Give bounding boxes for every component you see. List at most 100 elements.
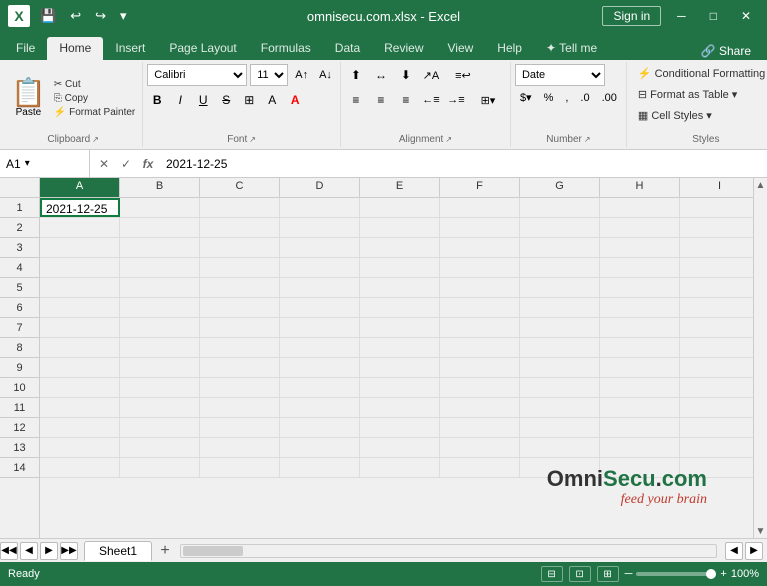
cell-C12[interactable] — [200, 418, 280, 437]
cell-G4[interactable] — [520, 258, 600, 277]
cell-H10[interactable] — [600, 378, 680, 397]
corner-cell[interactable] — [0, 178, 40, 197]
cell-D5[interactable] — [280, 278, 360, 297]
cell-I7[interactable] — [680, 318, 760, 337]
tab-tell-me[interactable]: ✦ Tell me — [534, 37, 609, 60]
cell-A5[interactable] — [40, 278, 120, 297]
middle-align-button[interactable]: ↔ — [370, 64, 392, 86]
cell-C4[interactable] — [200, 258, 280, 277]
cell-A14[interactable] — [40, 458, 120, 477]
row-header-2[interactable]: 2 — [0, 218, 39, 238]
cell-F10[interactable] — [440, 378, 520, 397]
border-button[interactable]: ⊞ — [239, 89, 259, 111]
cell-B3[interactable] — [120, 238, 200, 257]
cell-I1[interactable] — [680, 198, 760, 217]
font-color-button[interactable]: A — [285, 89, 305, 111]
cell-I11[interactable] — [680, 398, 760, 417]
cell-A6[interactable] — [40, 298, 120, 317]
normal-view-button[interactable]: ⊟ — [541, 566, 563, 582]
wrap-text-button[interactable]: ≡↩ — [445, 64, 481, 86]
italic-button[interactable]: I — [170, 89, 190, 111]
row-header-6[interactable]: 6 — [0, 298, 39, 318]
cell-I14[interactable] — [680, 458, 760, 477]
insert-function-button[interactable]: fx — [138, 154, 158, 174]
cell-A8[interactable] — [40, 338, 120, 357]
col-header-D[interactable]: D — [280, 178, 360, 197]
cell-H1[interactable] — [600, 198, 680, 217]
cell-D8[interactable] — [280, 338, 360, 357]
cell-I3[interactable] — [680, 238, 760, 257]
cell-F6[interactable] — [440, 298, 520, 317]
sign-in-button[interactable]: Sign in — [602, 6, 661, 26]
cell-C5[interactable] — [200, 278, 280, 297]
zoom-in-button[interactable]: + — [720, 568, 726, 580]
page-layout-view-button[interactable]: ⊡ — [569, 566, 591, 582]
cell-B12[interactable] — [120, 418, 200, 437]
cell-H4[interactable] — [600, 258, 680, 277]
cell-G2[interactable] — [520, 218, 600, 237]
page-break-view-button[interactable]: ⊞ — [597, 566, 619, 582]
rotate-text-button[interactable]: ↗A — [420, 64, 442, 86]
add-sheet-button[interactable]: + — [154, 540, 176, 562]
cell-I8[interactable] — [680, 338, 760, 357]
sheet-tab-sheet1[interactable]: Sheet1 — [84, 541, 152, 561]
cell-C10[interactable] — [200, 378, 280, 397]
col-header-B[interactable]: B — [120, 178, 200, 197]
cell-F9[interactable] — [440, 358, 520, 377]
font-expand-icon[interactable]: ↗ — [249, 135, 256, 144]
font-size-select[interactable]: 11 — [250, 64, 288, 86]
row-header-10[interactable]: 10 — [0, 378, 39, 398]
scroll-down-button[interactable]: ▼ — [754, 524, 767, 538]
cell-B14[interactable] — [120, 458, 200, 477]
cell-G7[interactable] — [520, 318, 600, 337]
cell-D1[interactable] — [280, 198, 360, 217]
cell-D4[interactable] — [280, 258, 360, 277]
cell-H6[interactable] — [600, 298, 680, 317]
align-left-button[interactable]: ≡ — [345, 89, 367, 111]
cell-E1[interactable] — [360, 198, 440, 217]
cell-H3[interactable] — [600, 238, 680, 257]
cell-F13[interactable] — [440, 438, 520, 457]
cell-D7[interactable] — [280, 318, 360, 337]
cell-E8[interactable] — [360, 338, 440, 357]
cell-C2[interactable] — [200, 218, 280, 237]
row-header-7[interactable]: 7 — [0, 318, 39, 338]
cell-F4[interactable] — [440, 258, 520, 277]
cell-G12[interactable] — [520, 418, 600, 437]
cell-E7[interactable] — [360, 318, 440, 337]
cell-F1[interactable] — [440, 198, 520, 217]
cell-C6[interactable] — [200, 298, 280, 317]
cell-E14[interactable] — [360, 458, 440, 477]
fill-color-button[interactable]: A — [262, 89, 282, 111]
cell-G5[interactable] — [520, 278, 600, 297]
cell-G10[interactable] — [520, 378, 600, 397]
customize-qat-button[interactable]: ▾ — [116, 6, 131, 26]
cell-D9[interactable] — [280, 358, 360, 377]
cell-C14[interactable] — [200, 458, 280, 477]
cell-I13[interactable] — [680, 438, 760, 457]
tab-review[interactable]: Review — [372, 37, 435, 60]
cell-C13[interactable] — [200, 438, 280, 457]
undo-button[interactable]: ↩ — [66, 6, 85, 26]
cell-A11[interactable] — [40, 398, 120, 417]
cell-B2[interactable] — [120, 218, 200, 237]
cell-I10[interactable] — [680, 378, 760, 397]
cell-A4[interactable] — [40, 258, 120, 277]
decrease-decimal-button[interactable]: .0 — [575, 90, 594, 106]
paste-button[interactable]: 📋 Paste — [8, 76, 49, 121]
increase-indent-button[interactable]: →≡ — [445, 89, 467, 111]
cell-G13[interactable] — [520, 438, 600, 457]
confirm-formula-button[interactable]: ✓ — [116, 154, 136, 174]
cell-B9[interactable] — [120, 358, 200, 377]
format-as-table-button[interactable]: ⊟ Format as Table ▾ — [631, 85, 744, 104]
cell-G3[interactable] — [520, 238, 600, 257]
col-header-I[interactable]: I — [680, 178, 760, 197]
prev-sheet-button[interactable]: ◀ — [20, 542, 38, 560]
cell-F8[interactable] — [440, 338, 520, 357]
minimize-button[interactable]: ─ — [669, 0, 694, 32]
comma-button[interactable]: , — [560, 90, 573, 106]
cell-H5[interactable] — [600, 278, 680, 297]
cell-H8[interactable] — [600, 338, 680, 357]
increase-decimal-button[interactable]: .00 — [597, 90, 622, 106]
cell-A9[interactable] — [40, 358, 120, 377]
